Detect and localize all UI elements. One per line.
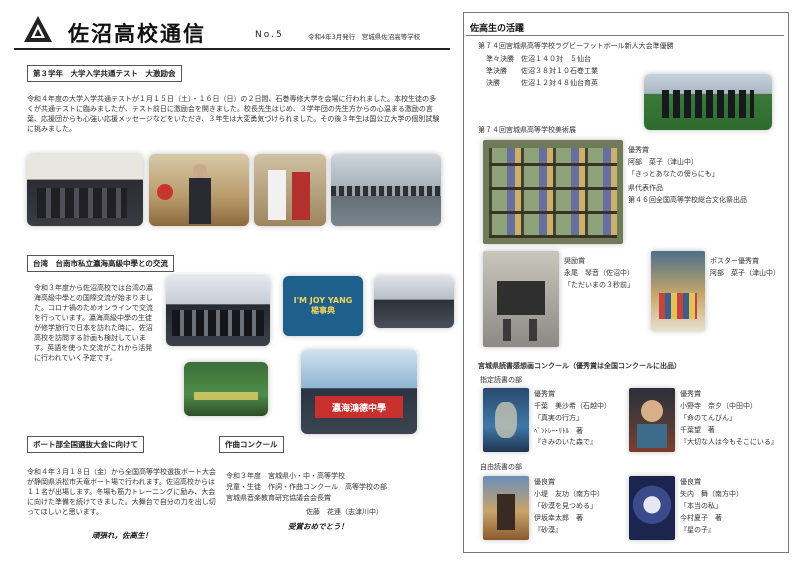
composition-line-4: 佐藤 花連（志津川中） [306,508,383,516]
composition-section-title: 作曲コンクール [219,436,284,453]
reading-w2-name: 小野寺 奈夕（中田中） [680,402,757,410]
rugby-row-3: 決勝 佐沼１２対４８仙台育英 [486,79,598,87]
reading-w1-book: 『きみのいた森で』 [534,438,597,446]
taiwan-slide-text: I'M JOY YANG 楊事典 [293,296,353,315]
reading-w4-author: 今村夏子 著 [680,514,722,522]
reading-w3-work: 「砂漠を見つめる」 [534,502,597,510]
taiwan-body: 令和３年度から佐沼高校では台湾の瀛海高級中學との国際交流が始まりました。コロナ禍… [34,284,153,362]
reading-painting-1 [483,388,529,452]
reading-w1-work: 「真実の行方」 [534,414,583,422]
taiwan-banner-text: 瀛海鴻德中學 [331,403,386,414]
composition-line-2: 児童・生徒 作詞・作曲コンクール 高等学校の部 [226,483,387,491]
reading-w4-name: 矢内 舞（南方中） [680,490,743,498]
reading-painting-3 [483,476,529,540]
art-award-1-name: 阿部 菜子（津山中） [628,158,698,166]
art-award-2-name: 永尾 琴音（佐沼中） [564,269,634,277]
art-award-2-rank: 奨励賞 [564,257,585,265]
art-award-1-note: 県代表作品 [628,184,663,192]
exam-photo-gym [331,154,441,226]
art-poster [651,251,705,331]
exam-photo-speech [149,154,249,226]
boat-cheer: 頑張れ，佐高生！ [92,531,152,540]
reading-w3-author: 伊坂幸太郎 著 [534,514,583,522]
art-award-1-festival: 第４６回全国高等学校総合文化祭出品 [628,196,747,204]
exam-section-title: 第３学年 大学入学共通テスト 大激励会 [27,65,182,82]
reading-painting-2 [629,388,675,452]
composition-cheer: 受賞おめでとう！ [288,522,348,531]
reading-w4-book: 『星の子』 [680,526,715,534]
reading-title: 宮城県読書感想画コンクール（優秀賞は全国コンクールに出品） [478,362,681,370]
exam-body: 令和４年度の大学入学共通テストが１月１５日（土）・１６日（日）の２日間、石巻専修… [27,95,440,133]
reading-w2-work: 「命のてんびん」 [680,414,736,422]
newsletter-title: 佐沼高校通信 [68,21,206,46]
reading-w4-work: 「本当の私」 [680,502,722,510]
reading-w4-rank: 優良賞 [680,478,701,486]
rugby-row-2: 準決勝 佐沼３８対１０石巻工業 [486,67,598,75]
rugby-title: 第７４回宮城県高等学校ラグビーフットボール新人大会準優勝 [478,42,674,50]
header-rule [14,48,450,50]
rugby-row-1: 準々決勝 佐沼１４０対 ５仙台 [486,55,591,63]
reading-designated-label: 指定読書の部 [480,376,522,384]
taiwan-photo-banner-students: 瀛海鴻德中學 [301,350,417,434]
taiwan-photo-screen [184,362,268,416]
school-crest-icon [22,14,54,46]
art-title: 第７４回宮城県高等学校美術展 [478,126,576,134]
reading-free-label: 自由読書の部 [480,463,522,471]
art-painting-2 [483,251,559,347]
reading-w3-name: 小堤 友功（南方中） [534,490,604,498]
art-award-1-work: 「きっとあなたの傍らにも」 [628,170,719,178]
exam-photo-students [27,154,143,226]
art-painting-1 [483,140,623,244]
taiwan-photo-slide: I'M JOY YANG 楊事典 [283,276,363,336]
art-award-2-work: 「ただいまの３秒前」 [564,281,634,289]
taiwan-section-title: 台湾 台南市私立瀛海高級中學との交流 [27,255,174,272]
composition-line-3: 宮城県音楽教育研究協議会会長賞 [226,494,331,502]
activities-title-rule [466,35,784,36]
reading-w3-rank: 優良賞 [534,478,555,486]
reading-w2-rank: 優秀賞 [680,390,701,398]
rugby-photo [644,74,772,130]
reading-w2-author: 千葉望 著 [680,426,715,434]
activities-title: 佐高生の活躍 [470,24,525,34]
reading-painting-4 [629,476,675,540]
art-award-3-name: 阿部 菜子（津山中） [710,269,780,277]
reading-w3-book: 『砂漠』 [534,526,562,534]
taiwan-photo-online [374,276,454,328]
taiwan-photo-classroom [166,276,270,346]
issue-date: 令和4年3月発行 宮城県佐沼高等学校 [308,33,421,41]
composition-line-1: 令和３年度 宮城県小・中・高等学校 [226,472,345,480]
boat-body: 令和４年３月１８日（金）から全国高等学校選抜ボート大会が静岡県浜松市天竜ボート場… [27,468,216,516]
reading-w1-name: 千葉 美沙希（石越中） [534,402,611,410]
reading-w1-rank: 優秀賞 [534,390,555,398]
art-award-1-rank: 優秀賞 [628,146,649,154]
reading-w1-author: ﾍﾞﾝﾄﾚｰ･ﾘﾄﾙ 著 [534,427,583,435]
exam-photo-cheer [254,154,326,226]
boat-section-title: ボート部全国選抜大会に向けて [27,436,144,453]
reading-w2-book: 『大切な人は今もそこにいる』 [680,438,778,446]
taiwan-banner: 瀛海鴻德中學 [315,396,403,418]
art-award-3-rank: ポスター優秀賞 [710,257,759,265]
issue-number: No.5 [255,30,284,40]
